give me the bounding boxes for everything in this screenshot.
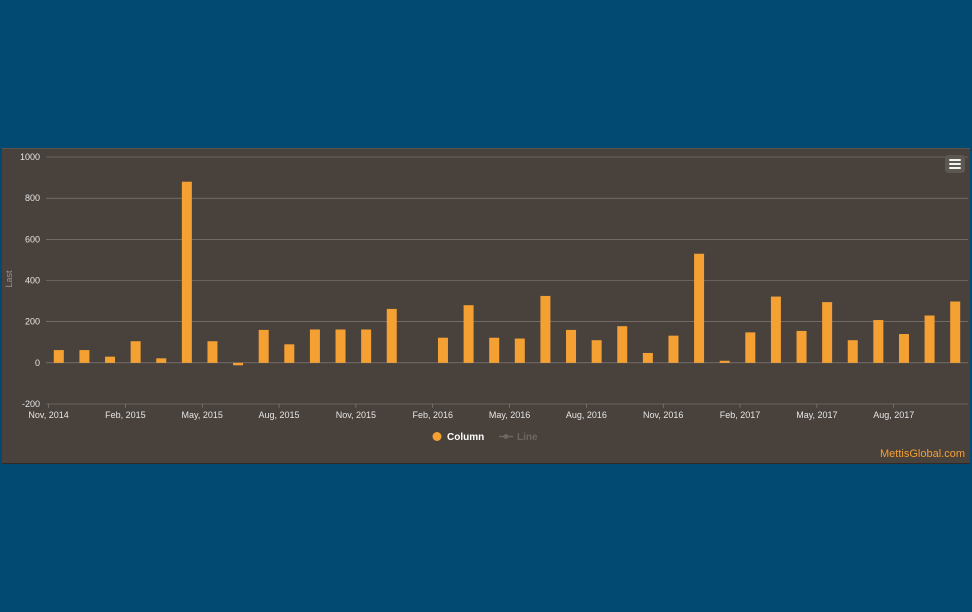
x-tick-label: Aug, 2017 <box>873 410 914 420</box>
column-chart: -200 0 200 400 600 800 1000 Last Nov, 2014 Feb,… <box>4 152 968 443</box>
bar-2016-07[interactable] <box>566 329 577 363</box>
x-tick-label: Feb, 2016 <box>412 410 453 420</box>
bar-2017-10[interactable] <box>950 301 961 363</box>
bar-2017-08[interactable] <box>898 334 909 363</box>
legend: Column Line <box>432 432 538 443</box>
y-tick-label: 600 <box>25 234 40 244</box>
bar-2017-07[interactable] <box>873 320 884 363</box>
x-tick-label: Nov, 2014 <box>28 410 68 420</box>
hamburger-icon <box>949 167 961 169</box>
legend-column-label: Column <box>447 432 484 443</box>
bar-2016-12[interactable] <box>694 253 705 363</box>
bar-2017-03[interactable] <box>770 296 781 363</box>
bar-2015-10[interactable] <box>335 329 346 363</box>
y-axis-title: Last <box>4 270 14 288</box>
x-tick-label: May, 2015 <box>182 410 223 420</box>
bar-2017-06[interactable] <box>847 340 858 363</box>
y-tick-label: 0 <box>35 358 40 368</box>
bar-2016-02[interactable] <box>437 337 448 363</box>
x-tick-label: Nov, 2016 <box>643 410 683 420</box>
x-axis-ticks: Nov, 2014 Feb, 2015 May, 2015 Aug, 2015 Nov,… <box>28 404 914 420</box>
x-tick-label: May, 2017 <box>796 410 837 420</box>
bar-2017-09[interactable] <box>924 315 935 363</box>
y-tick-label: -200 <box>22 399 40 409</box>
hamburger-icon <box>949 163 961 165</box>
legend-line-marker-dot <box>503 434 509 439</box>
chart-panel: -200 0 200 400 600 800 1000 Last Nov, 2014 Feb,… <box>2 148 970 464</box>
bar-2016-03[interactable] <box>463 305 474 363</box>
bar-2015-12[interactable] <box>386 308 397 363</box>
bar-2015-05[interactable] <box>207 341 218 363</box>
bar-2017-01[interactable] <box>719 360 730 363</box>
bar-2015-08[interactable] <box>284 344 295 363</box>
bar-2016-05[interactable] <box>514 338 525 363</box>
legend-line-label: Line <box>517 432 538 443</box>
watermark[interactable]: MettisGlobal.com <box>880 448 965 460</box>
y-axis-ticks: -200 0 200 400 600 800 1000 <box>20 152 40 409</box>
bar-2015-11[interactable] <box>361 329 372 363</box>
hamburger-icon <box>949 159 961 161</box>
bar-2015-03[interactable] <box>156 358 167 363</box>
bar-2016-06[interactable] <box>540 295 551 363</box>
y-tick-label: 200 <box>25 317 40 327</box>
bar-2015-01[interactable] <box>105 356 116 363</box>
y-tick-label: 800 <box>25 193 40 203</box>
bar-2015-07[interactable] <box>258 329 269 363</box>
bar-2017-04[interactable] <box>796 330 807 363</box>
y-tick-label: 1000 <box>20 152 40 162</box>
bar-2016-08[interactable] <box>591 340 602 363</box>
bar-2015-09[interactable] <box>309 329 320 363</box>
legend-column-marker <box>432 432 442 441</box>
x-tick-label: May, 2016 <box>489 410 530 420</box>
bar-2014-12[interactable] <box>79 350 90 363</box>
bars <box>53 181 961 366</box>
bar-2016-10[interactable] <box>642 352 653 363</box>
x-tick-label: Feb, 2017 <box>720 410 761 420</box>
bar-2015-04[interactable] <box>181 181 192 363</box>
y-tick-label: 400 <box>25 276 40 286</box>
bar-2015-02[interactable] <box>130 341 141 363</box>
x-tick-label: Feb, 2015 <box>105 410 146 420</box>
bar-2017-02[interactable] <box>745 332 756 363</box>
chart-context-menu-button[interactable] <box>945 155 965 173</box>
x-tick-label: Aug, 2016 <box>566 410 607 420</box>
bar-2016-11[interactable] <box>668 335 679 363</box>
legend-item-line[interactable]: Line <box>499 432 538 443</box>
legend-item-column[interactable]: Column <box>432 432 485 443</box>
x-tick-label: Aug, 2015 <box>259 410 300 420</box>
bar-2014-11[interactable] <box>53 350 64 363</box>
x-tick-label: Nov, 2015 <box>336 410 376 420</box>
bar-2017-05[interactable] <box>822 302 833 363</box>
bar-2016-09[interactable] <box>617 326 628 363</box>
bar-2016-04[interactable] <box>489 337 500 363</box>
bar-2015-06[interactable] <box>233 362 244 366</box>
